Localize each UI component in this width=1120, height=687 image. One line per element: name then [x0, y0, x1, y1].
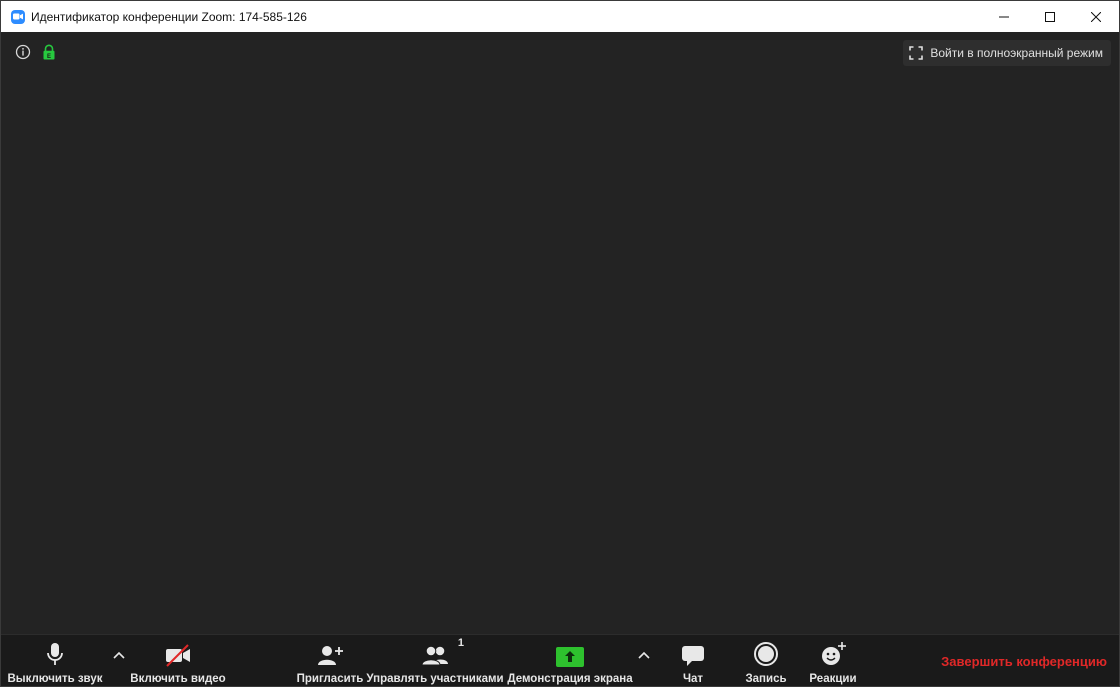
close-icon [1091, 11, 1101, 22]
video-off-icon [164, 639, 192, 667]
chat-label: Чат [682, 673, 704, 685]
microphone-icon [45, 639, 65, 667]
info-icon[interactable] [15, 44, 31, 60]
record-icon [753, 639, 779, 667]
participants-label: Управлять участниками [366, 673, 504, 685]
manage-participants-button[interactable]: 1 Управлять участниками [366, 635, 504, 687]
window-title: Идентификатор конференции Zoom: 174-585-… [31, 9, 307, 24]
smiley-add-icon [819, 639, 847, 667]
start-video-button[interactable]: Включить видео [130, 635, 226, 687]
share-screen-button[interactable]: Демонстрация экрана [507, 635, 633, 687]
zoom-camera-icon [11, 9, 25, 24]
reactions-button[interactable]: Реакции [807, 635, 859, 687]
minimize-icon [999, 16, 1009, 17]
participants-count-badge: 1 [457, 637, 464, 649]
minimize-button[interactable] [981, 1, 1027, 32]
invite-button[interactable]: Пригласить [297, 635, 363, 687]
share-options-chevron-up-icon[interactable] [637, 649, 651, 661]
window-controls [981, 1, 1119, 32]
encryption-lock-icon[interactable]: E [42, 44, 56, 60]
share-screen-icon [556, 639, 584, 667]
share-label: Демонстрация экрана [507, 673, 633, 685]
meeting-video-area: E Войти в полноэкранный режим [1, 32, 1119, 634]
zoom-meeting-window: Идентификатор конференции Zoom: 174-585-… [0, 0, 1120, 687]
chat-bubble-icon [680, 639, 706, 667]
close-button[interactable] [1073, 1, 1119, 32]
meeting-toolbar: Выключить звук Включить видео Пригласить… [1, 634, 1119, 686]
invite-label: Пригласить [296, 673, 364, 685]
video-label: Включить видео [130, 673, 226, 685]
title-bar: Идентификатор конференции Zoom: 174-585-… [1, 1, 1119, 32]
fullscreen-icon [909, 46, 924, 60]
end-meeting-button[interactable]: Завершить конференцию [941, 654, 1107, 669]
svg-text:E: E [47, 54, 51, 60]
chat-button[interactable]: Чат [673, 635, 713, 687]
reactions-label: Реакции [809, 673, 857, 685]
enter-fullscreen-button[interactable]: Войти в полноэкранный режим [903, 40, 1111, 66]
audio-options-chevron-up-icon[interactable] [112, 649, 126, 661]
record-label: Запись [745, 673, 787, 685]
mute-button[interactable]: Выключить звук [5, 635, 105, 687]
maximize-icon [1045, 11, 1055, 22]
maximize-button[interactable] [1027, 1, 1073, 32]
participants-icon: 1 [420, 637, 464, 667]
add-participant-icon [316, 639, 344, 667]
fullscreen-label: Войти в полноэкранный режим [930, 46, 1103, 60]
mute-label: Выключить звук [7, 673, 103, 685]
record-button[interactable]: Запись [741, 635, 791, 687]
